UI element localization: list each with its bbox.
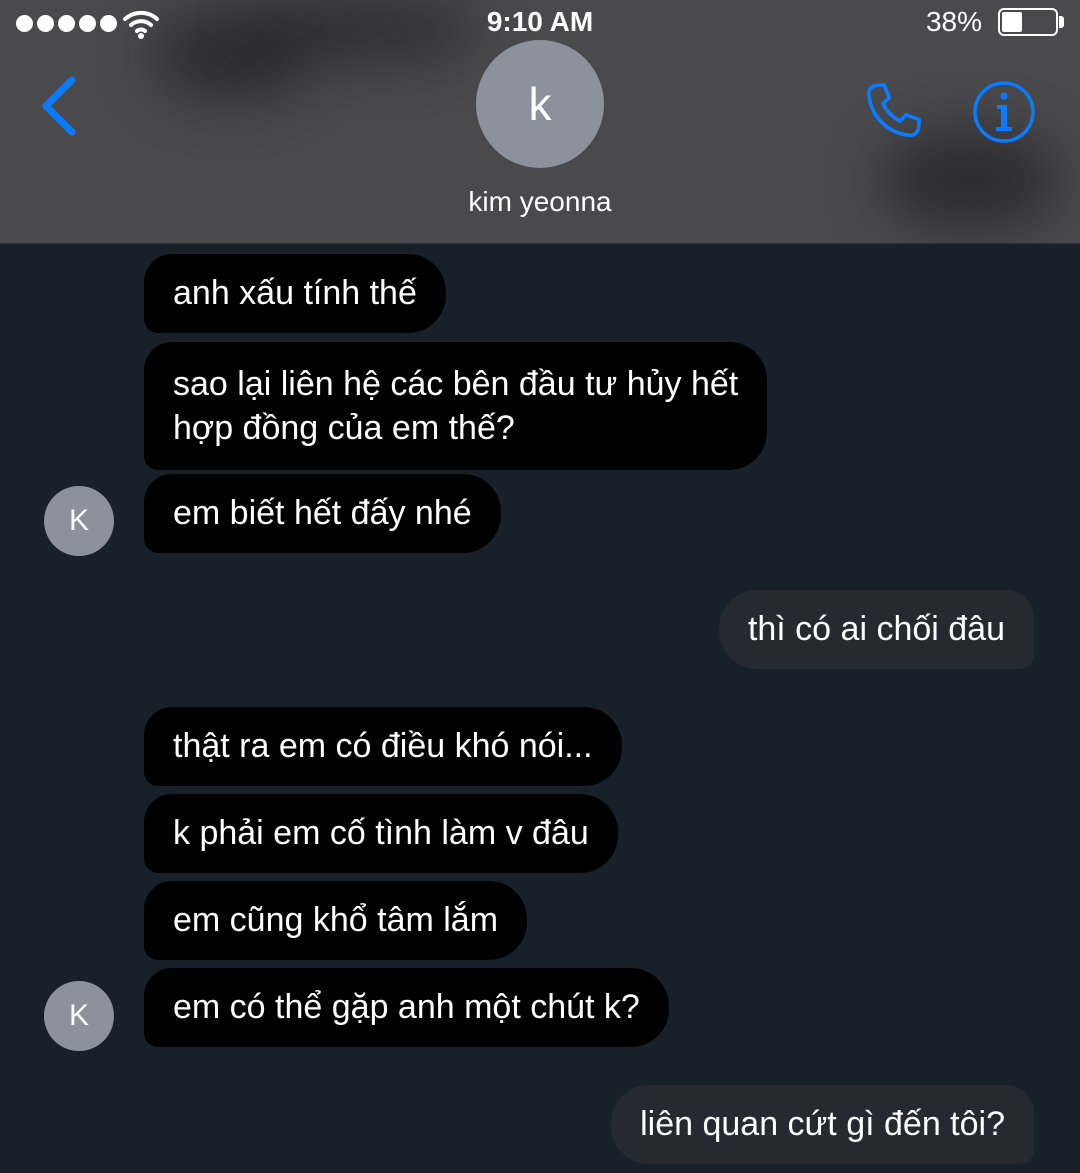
message-text: sao lại liên hệ các bên đầu tư hủy hết h… <box>173 365 739 447</box>
message-bubble-incoming[interactable]: em biết hết đấy nhé <box>144 474 501 553</box>
message-bubble-incoming[interactable]: em có thể gặp anh một chút k? <box>144 968 669 1047</box>
sender-avatar[interactable]: K <box>44 486 114 556</box>
message-bubble-outgoing[interactable]: liên quan cứt gì đến tôi? <box>611 1085 1034 1164</box>
sender-avatar[interactable]: K <box>44 981 114 1051</box>
battery-percent: 38% <box>925 6 982 37</box>
message-bubble-outgoing[interactable]: thì có ai chối đâu <box>718 590 1034 669</box>
battery-tip <box>1059 16 1064 28</box>
phone-icon[interactable] <box>858 78 926 146</box>
contact-avatar[interactable]: k <box>476 40 604 168</box>
chevron-left-icon[interactable] <box>36 74 82 138</box>
conversation-header: 9:10 AM 38% k kim yeonna <box>0 0 1080 244</box>
message-bubble-incoming[interactable]: thật ra em có điều khó nói... <box>144 707 622 786</box>
message-bubble-incoming[interactable]: k phải em cố tình làm v đâu <box>144 794 618 873</box>
message-bubble-incoming[interactable]: sao lại liên hệ các bên đầu tư hủy hết h… <box>144 342 768 470</box>
battery-level <box>1002 12 1022 32</box>
info-icon[interactable] <box>972 80 1036 144</box>
message-bubble-incoming[interactable]: em cũng khổ tâm lắm <box>144 881 528 960</box>
message-bubble-incoming[interactable]: anh xấu tính thế <box>144 254 446 333</box>
status-time: 9:10 AM <box>486 6 594 37</box>
contact-name[interactable]: kim yeonna <box>0 186 1080 218</box>
battery-icon <box>998 8 1058 36</box>
